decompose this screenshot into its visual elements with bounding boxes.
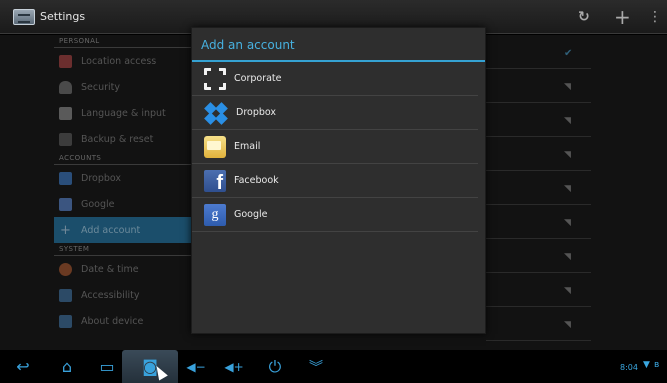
- home-icon[interactable]: ⌂: [55, 354, 79, 379]
- settings-item-label: Backup & reset: [81, 133, 154, 145]
- settings-item-backup[interactable]: Backup & reset: [54, 126, 191, 152]
- sync-icon[interactable]: ↻: [578, 6, 590, 28]
- settings-item-security[interactable]: Security: [54, 74, 191, 100]
- detail-row: ✔: [486, 35, 591, 69]
- section-header: PERSONAL: [54, 35, 191, 48]
- screenshot-icon[interactable]: ◙: [122, 350, 178, 383]
- settings-item-label: Add account: [81, 224, 141, 236]
- settings-list: PERSONAL Location access Security Langua…: [54, 35, 191, 350]
- page-title: Settings: [40, 10, 86, 23]
- status-clock: 8:04: [620, 363, 638, 372]
- account-option-email[interactable]: Email: [192, 130, 478, 164]
- wifi-signal-icon: ◥: [564, 320, 571, 330]
- volume-up-icon[interactable]: ◀+: [222, 354, 246, 379]
- bluetooth-icon: ʙ: [654, 360, 660, 370]
- volume-down-icon[interactable]: ◀−: [184, 354, 208, 379]
- settings-app-icon[interactable]: [13, 9, 35, 25]
- settings-item-label: Google: [81, 198, 115, 210]
- settings-item-label: Location access: [81, 55, 157, 67]
- google-icon: [59, 197, 72, 211]
- accessibility-icon: [59, 288, 72, 302]
- settings-item-label: Date & time: [81, 263, 139, 275]
- detail-row: ◥: [486, 205, 591, 239]
- wifi-signal-icon: ◥: [564, 218, 571, 228]
- settings-item-label: Security: [81, 81, 121, 93]
- language-icon: [59, 106, 72, 120]
- settings-item-accessibility[interactable]: Accessibility: [54, 282, 191, 308]
- account-option-dropbox[interactable]: Dropbox: [192, 96, 478, 130]
- dropbox-icon: [59, 171, 72, 185]
- detail-row: ◥: [486, 69, 591, 103]
- detail-pane: ✔ ◥ ◥ ◥ ◥ ◥ ◥ ◥ ◥: [486, 35, 591, 350]
- account-option-label: Dropbox: [236, 107, 277, 118]
- google-icon: g: [204, 203, 226, 226]
- wifi-signal-icon: ◥: [564, 82, 571, 92]
- wifi-signal-icon: ◥: [564, 184, 571, 194]
- settings-item-about[interactable]: About device: [54, 308, 191, 334]
- add-account-dialog: Add an account Corporate Dropbox Email f…: [191, 27, 486, 334]
- section-header: SYSTEM: [54, 243, 191, 256]
- location-icon: [59, 54, 72, 68]
- menu-icon[interactable]: ︾: [304, 354, 328, 379]
- detail-row: ◥: [486, 137, 591, 171]
- account-option-label: Corporate: [234, 73, 282, 84]
- add-icon[interactable]: +: [614, 6, 631, 28]
- account-option-facebook[interactable]: f Facebook: [192, 164, 478, 198]
- account-option-label: Google: [234, 209, 268, 220]
- settings-item-google[interactable]: Google: [54, 191, 191, 217]
- settings-item-add-account[interactable]: + Add account: [54, 217, 191, 243]
- back-icon[interactable]: ↩: [12, 354, 34, 379]
- section-header: ACCOUNTS: [54, 152, 191, 165]
- account-option-google[interactable]: g Google: [192, 198, 478, 232]
- facebook-icon: f: [204, 169, 226, 192]
- dropbox-icon: [204, 101, 228, 125]
- overflow-menu-icon[interactable]: ⋮: [648, 6, 662, 28]
- detail-row: ◥: [486, 239, 591, 273]
- wifi-signal-icon: ◥: [564, 150, 571, 160]
- dialog-title: Add an account: [192, 28, 485, 62]
- detail-row: ◥: [486, 171, 591, 205]
- account-option-label: Email: [234, 141, 261, 152]
- checkmark-icon: ✔: [564, 48, 573, 59]
- add-icon: +: [60, 222, 71, 238]
- detail-row: ◥: [486, 103, 591, 137]
- wifi-signal-icon: ◥: [564, 286, 571, 296]
- wifi-signal-icon: ◥: [564, 252, 571, 262]
- email-icon: [204, 135, 226, 158]
- detail-row: ◥: [486, 307, 591, 341]
- settings-item-label: Accessibility: [81, 289, 140, 301]
- settings-item-location[interactable]: Location access: [54, 48, 191, 74]
- system-nav-bar: ↩ ⌂ ▭ ◙ ◀− ◀+ ⏻ ︾ 8:04 ▼ ʙ: [0, 350, 667, 383]
- lock-icon: [59, 80, 72, 94]
- power-icon[interactable]: ⏻: [264, 354, 286, 379]
- settings-item-language[interactable]: Language & input: [54, 100, 191, 126]
- recent-apps-icon[interactable]: ▭: [96, 354, 118, 379]
- settings-item-label: Language & input: [81, 107, 166, 119]
- info-icon: [59, 314, 72, 328]
- backup-icon: [59, 132, 72, 146]
- settings-item-label: Dropbox: [81, 172, 122, 184]
- clock-icon: [59, 262, 72, 276]
- wifi-signal-icon: ◥: [564, 116, 571, 126]
- corporate-icon: [203, 66, 227, 91]
- detail-row: ◥: [486, 273, 591, 307]
- wifi-icon: ▼: [643, 360, 650, 370]
- account-option-label: Facebook: [234, 175, 279, 186]
- settings-item-date-time[interactable]: Date & time: [54, 256, 191, 282]
- settings-item-label: About device: [81, 315, 144, 327]
- settings-item-dropbox[interactable]: Dropbox: [54, 165, 191, 191]
- account-option-corporate[interactable]: Corporate: [192, 62, 478, 96]
